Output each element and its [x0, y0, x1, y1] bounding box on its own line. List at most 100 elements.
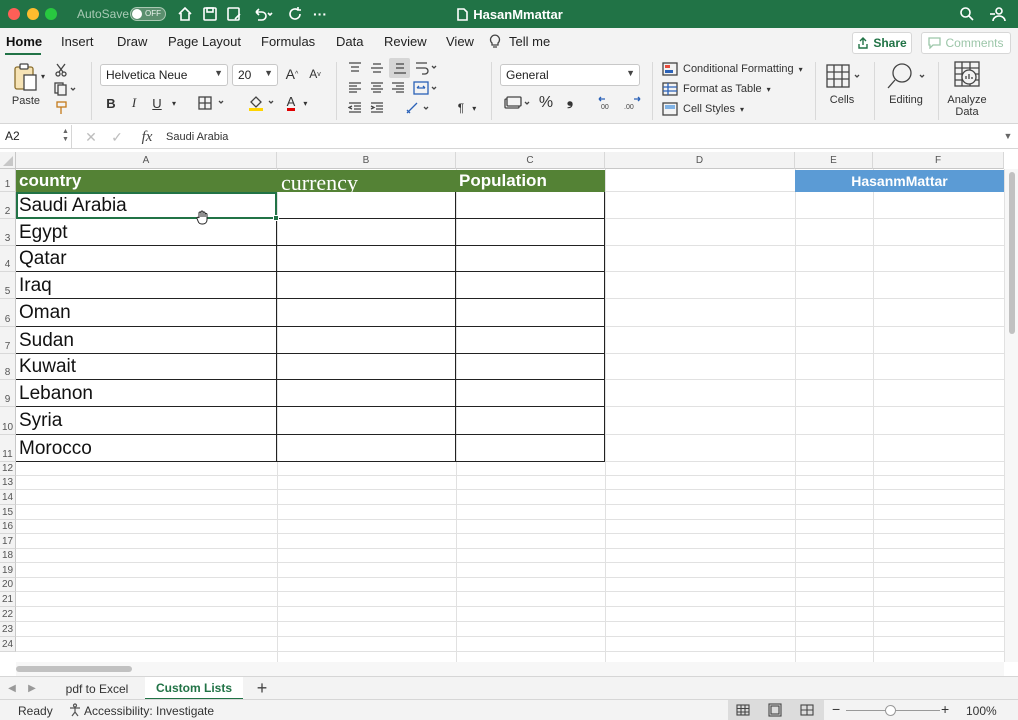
tab-page-layout[interactable]: Page Layout: [168, 34, 241, 49]
share-button[interactable]: Share: [852, 32, 912, 54]
population-cell[interactable]: [456, 407, 605, 435]
zoom-level[interactable]: 100%: [966, 704, 997, 718]
population-cell[interactable]: [456, 219, 605, 246]
name-box[interactable]: A2 ▲ ▼: [0, 125, 72, 148]
analyze-data-label-1[interactable]: Analyze: [944, 94, 990, 106]
cut-icon[interactable]: [52, 62, 70, 78]
normal-view-icon[interactable]: [736, 703, 750, 720]
enter-icon[interactable]: ✓: [108, 128, 126, 146]
increase-decimal-icon[interactable]: 00: [596, 94, 618, 112]
search-icon[interactable]: [956, 0, 978, 28]
align-left-icon[interactable]: [346, 80, 364, 96]
tell-me-search[interactable]: Tell me: [509, 34, 550, 49]
underline-button[interactable]: U: [148, 94, 166, 112]
editing-label[interactable]: Editing: [884, 93, 928, 107]
column-header-e[interactable]: E: [795, 152, 873, 169]
paste-label[interactable]: Paste: [6, 94, 46, 108]
population-cell[interactable]: [456, 272, 605, 299]
paste-chevron-icon[interactable]: ▾: [38, 70, 48, 82]
currency-cell[interactable]: [277, 299, 456, 327]
formula-content[interactable]: Saudi Arabia: [166, 128, 366, 146]
row-header[interactable]: 15: [0, 505, 16, 520]
cells-label[interactable]: Cells: [822, 93, 862, 107]
country-cell[interactable]: Lebanon: [16, 380, 277, 407]
currency-cell[interactable]: [277, 380, 456, 407]
zoom-in-button[interactable]: +: [941, 701, 949, 717]
page-layout-view-icon[interactable]: [768, 703, 782, 720]
paragraph-direction-icon[interactable]: ¶ ▾: [452, 100, 482, 116]
currency-cell[interactable]: [277, 246, 456, 272]
align-middle-icon[interactable]: [368, 60, 386, 76]
more-icon[interactable]: ···: [309, 0, 331, 28]
fill-handle[interactable]: [273, 215, 279, 221]
conditional-formatting-button[interactable]: Conditional Formatting ▾: [662, 61, 807, 77]
font-color-button[interactable]: A ▾: [282, 94, 312, 112]
comments-button[interactable]: Comments: [921, 32, 1011, 54]
next-sheet-icon[interactable]: ▶: [26, 677, 38, 700]
currency-cell[interactable]: [277, 192, 456, 219]
analyze-data-icon[interactable]: [948, 60, 986, 90]
row-header[interactable]: 16: [0, 520, 16, 534]
tab-data[interactable]: Data: [336, 34, 363, 49]
population-cell[interactable]: [456, 246, 605, 272]
accessibility-icon[interactable]: [68, 703, 82, 720]
merge-center-icon[interactable]: [412, 80, 442, 96]
vertical-scroll-thumb[interactable]: [1009, 172, 1015, 334]
currency-cell[interactable]: [277, 272, 456, 299]
currency-cell[interactable]: [277, 435, 456, 462]
country-cell[interactable]: Kuwait: [16, 354, 277, 380]
increase-font-size-button[interactable]: A ^: [284, 65, 300, 83]
select-all-corner[interactable]: [0, 152, 16, 169]
zoom-slider-thumb[interactable]: [885, 705, 896, 716]
population-cell[interactable]: [456, 380, 605, 407]
redo-icon[interactable]: [284, 0, 306, 28]
home-icon[interactable]: [174, 0, 196, 28]
vertical-scrollbar[interactable]: [1004, 169, 1018, 662]
share-people-icon[interactable]: [986, 0, 1010, 28]
currency-cell[interactable]: [277, 407, 456, 435]
population-cell[interactable]: [456, 327, 605, 354]
row-header[interactable]: 7: [0, 327, 16, 354]
row-header[interactable]: 11: [0, 435, 16, 462]
row-header[interactable]: 17: [0, 534, 16, 549]
row-header[interactable]: 9: [0, 380, 16, 407]
horizontal-scrollbar[interactable]: [16, 662, 1004, 676]
increase-indent-icon[interactable]: [368, 100, 386, 116]
tab-draw[interactable]: Draw: [117, 34, 147, 49]
prev-sheet-icon[interactable]: ◀: [6, 677, 18, 700]
column-header-d[interactable]: D: [605, 152, 795, 169]
save-icon[interactable]: [199, 0, 221, 28]
row-header[interactable]: 24: [0, 637, 16, 652]
minimize-window-button[interactable]: [27, 8, 39, 20]
row-header[interactable]: 18: [0, 549, 16, 563]
active-cell-selection[interactable]: [16, 192, 277, 219]
font-name-select[interactable]: Helvetica Neue ▼: [100, 64, 228, 86]
font-size-select[interactable]: 20 ▼: [232, 64, 278, 86]
row-header[interactable]: 5: [0, 272, 16, 299]
editing-search-icon[interactable]: [882, 60, 930, 92]
analyze-data-label-2[interactable]: Data: [944, 106, 990, 118]
column-header-f[interactable]: F: [873, 152, 1004, 169]
decrease-font-size-button[interactable]: Av: [307, 65, 323, 83]
insert-function-icon[interactable]: fx: [136, 128, 158, 146]
country-cell[interactable]: Qatar: [16, 246, 277, 272]
cell-styles-button[interactable]: Cell Styles ▾: [662, 101, 757, 117]
row-header[interactable]: 23: [0, 622, 16, 637]
row-header[interactable]: 19: [0, 563, 16, 578]
add-sheet-button[interactable]: +: [252, 677, 272, 700]
align-top-icon[interactable]: [346, 60, 364, 76]
underline-chevron-icon[interactable]: ▾: [168, 96, 180, 110]
fill-color-icon[interactable]: [246, 94, 278, 112]
orientation-icon[interactable]: [404, 100, 434, 116]
row-header[interactable]: 13: [0, 476, 16, 490]
percent-style-button[interactable]: %: [537, 94, 555, 112]
cells-icon[interactable]: [822, 60, 866, 92]
header-cell-hasanmmattar[interactable]: HasanmMattar: [795, 170, 1004, 192]
column-header-a[interactable]: A: [16, 152, 277, 169]
country-cell[interactable]: Iraq: [16, 272, 277, 299]
row-header[interactable]: 2: [0, 192, 16, 219]
tab-formulas[interactable]: Formulas: [261, 34, 315, 49]
column-header-b[interactable]: B: [277, 152, 456, 169]
row-header[interactable]: 12: [0, 462, 16, 476]
italic-button[interactable]: I: [125, 94, 143, 112]
